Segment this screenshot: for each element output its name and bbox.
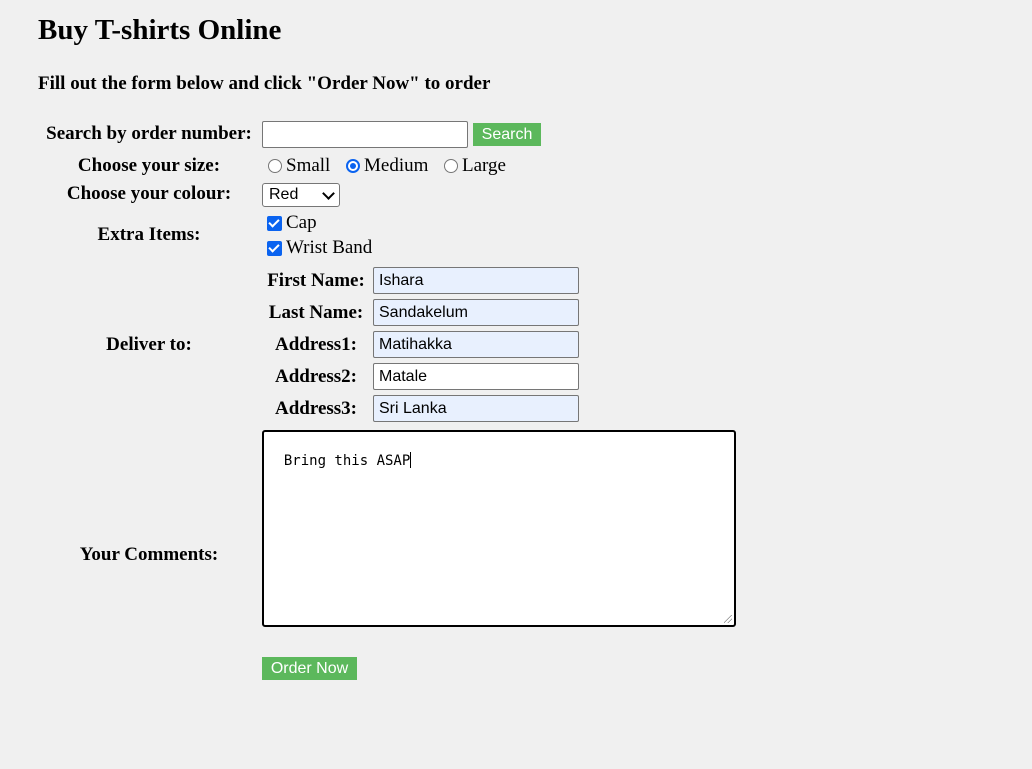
order-now-button[interactable]: Order Now — [262, 657, 357, 680]
extras-label: Extra Items: — [97, 224, 201, 245]
size-option-small[interactable]: Small — [268, 154, 330, 178]
comments-text: Bring this ASAP — [283, 453, 411, 469]
extra-item-wrist-band[interactable]: Wrist Band — [267, 236, 372, 260]
page-subtitle: Fill out the form below and click "Order… — [38, 73, 491, 94]
address1-input[interactable] — [373, 331, 579, 358]
address2-input[interactable] — [373, 363, 579, 390]
search-label: Search by order number: — [46, 123, 252, 144]
colour-select[interactable]: Red — [262, 183, 340, 207]
size-option-label: Small — [286, 155, 331, 176]
radio-icon[interactable] — [268, 159, 282, 173]
text-caret — [410, 452, 412, 468]
radio-icon[interactable] — [444, 159, 458, 173]
extra-item-label: Cap — [286, 212, 317, 233]
colour-select-value: Red — [269, 186, 299, 203]
size-option-label: Medium — [364, 155, 429, 176]
first-name-label: First Name: — [267, 270, 365, 291]
comments-label: Your Comments: — [79, 544, 219, 565]
resize-handle-icon[interactable] — [724, 615, 732, 623]
size-option-label: Large — [462, 155, 506, 176]
size-option-large[interactable]: Large — [444, 154, 506, 178]
address2-label: Address2: — [275, 366, 357, 387]
search-button[interactable]: Search — [473, 123, 541, 146]
colour-label: Choose your colour: — [66, 183, 232, 204]
deliver-label: Deliver to: — [106, 334, 192, 355]
comments-textarea[interactable]: Bring this ASAP — [262, 430, 736, 627]
first-name-input[interactable] — [373, 267, 579, 294]
last-name-input[interactable] — [373, 299, 579, 326]
size-option-medium[interactable]: Medium — [346, 154, 428, 178]
checkbox-checked-icon[interactable] — [267, 240, 282, 256]
extra-item-label: Wrist Band — [286, 237, 373, 258]
page-title: Buy T-shirts Online — [38, 14, 282, 46]
address3-input[interactable] — [373, 395, 579, 422]
last-name-label: Last Name: — [268, 302, 364, 323]
extra-item-cap[interactable]: Cap — [267, 211, 317, 235]
radio-checked-icon[interactable] — [346, 159, 360, 173]
address1-label: Address1: — [275, 334, 357, 355]
address3-label: Address3: — [275, 398, 357, 419]
checkbox-checked-icon[interactable] — [267, 215, 282, 231]
chevron-down-icon — [322, 187, 335, 200]
size-label: Choose your size: — [77, 155, 221, 176]
order-number-input[interactable] — [262, 121, 468, 148]
